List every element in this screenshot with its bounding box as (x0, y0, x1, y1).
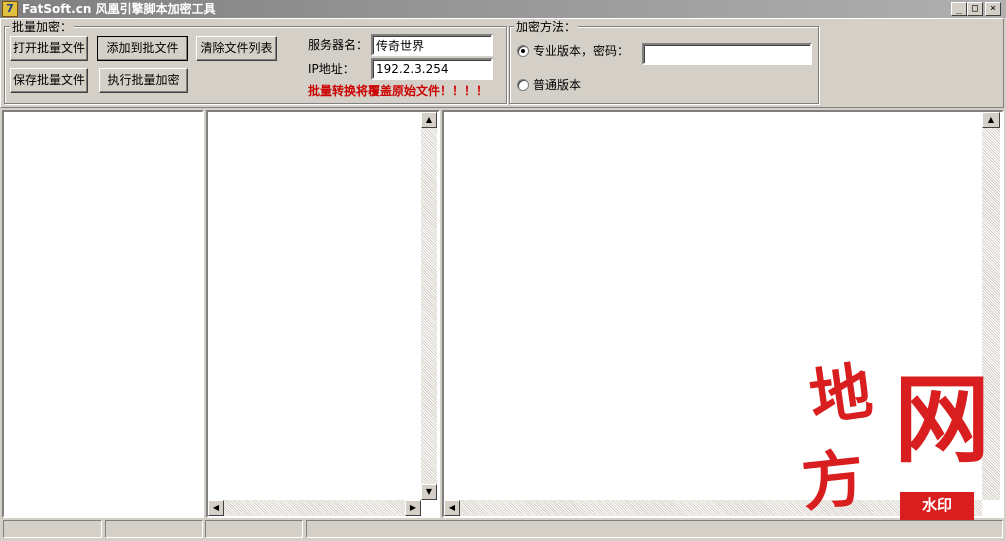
watermark-char-3: 网 (894, 363, 990, 476)
watermark-char-1: 地 (805, 354, 877, 435)
password-field[interactable] (642, 43, 812, 65)
save-batch-file-button[interactable]: 保存批量文件 (10, 68, 88, 93)
server-name-label: 服务器名： (308, 38, 369, 52)
status-cell-1 (3, 520, 102, 538)
scroll-up-icon[interactable]: ▲ (421, 112, 437, 128)
content-scroll-up-icon[interactable]: ▲ (982, 112, 1000, 128)
normal-version-label[interactable]: 普通版本 (533, 77, 581, 93)
pro-version-radio[interactable] (517, 45, 529, 57)
radio-selected-dot (521, 49, 525, 53)
encrypt-method-legend: 加密方法： (514, 20, 579, 34)
content-scroll-left-icon[interactable]: ◀ (444, 500, 460, 516)
close-button[interactable]: × (985, 2, 1001, 16)
maximize-button[interactable]: □ (967, 2, 983, 16)
file-list-panel[interactable] (206, 110, 440, 518)
watermark-tag: 水印 (900, 492, 974, 520)
watermark-char-2: 方 (798, 440, 868, 521)
server-name-field[interactable] (371, 34, 493, 56)
scroll-left-icon[interactable]: ◀ (208, 500, 224, 516)
open-batch-file-button[interactable]: 打开批量文件 (10, 36, 88, 61)
scroll-down-icon[interactable]: ▼ (421, 484, 437, 500)
normal-version-radio[interactable] (517, 79, 529, 91)
ip-address-label: IP地址： (308, 62, 355, 76)
status-cell-2 (105, 520, 203, 538)
minimize-button[interactable]: _ (951, 2, 967, 16)
clear-file-list-button[interactable]: 清除文件列表 (196, 36, 277, 61)
watermark-logo: 地 方 网 水印 (796, 354, 1006, 530)
window-title: FatSoft.cn 风凰引擎脚本加密工具 (22, 2, 216, 16)
pro-version-label[interactable]: 专业版本，密码： (533, 43, 629, 59)
app-icon[interactable]: 7 (2, 1, 18, 17)
overwrite-warning-text: 批量转换将覆盖原始文件！！！！ (308, 84, 489, 98)
scroll-right-icon[interactable]: ▶ (405, 500, 421, 516)
ip-address-field[interactable] (371, 58, 493, 80)
add-to-batch-button[interactable]: 添加到批文件 (97, 36, 188, 61)
horizontal-scrollbar[interactable] (208, 500, 421, 516)
vertical-scrollbar[interactable] (421, 112, 437, 500)
status-cell-3 (205, 520, 303, 538)
run-batch-encrypt-button[interactable]: 执行批量加密 (99, 68, 188, 93)
batch-file-list[interactable] (2, 110, 204, 518)
batch-group-legend: 批量加密： (10, 20, 75, 34)
